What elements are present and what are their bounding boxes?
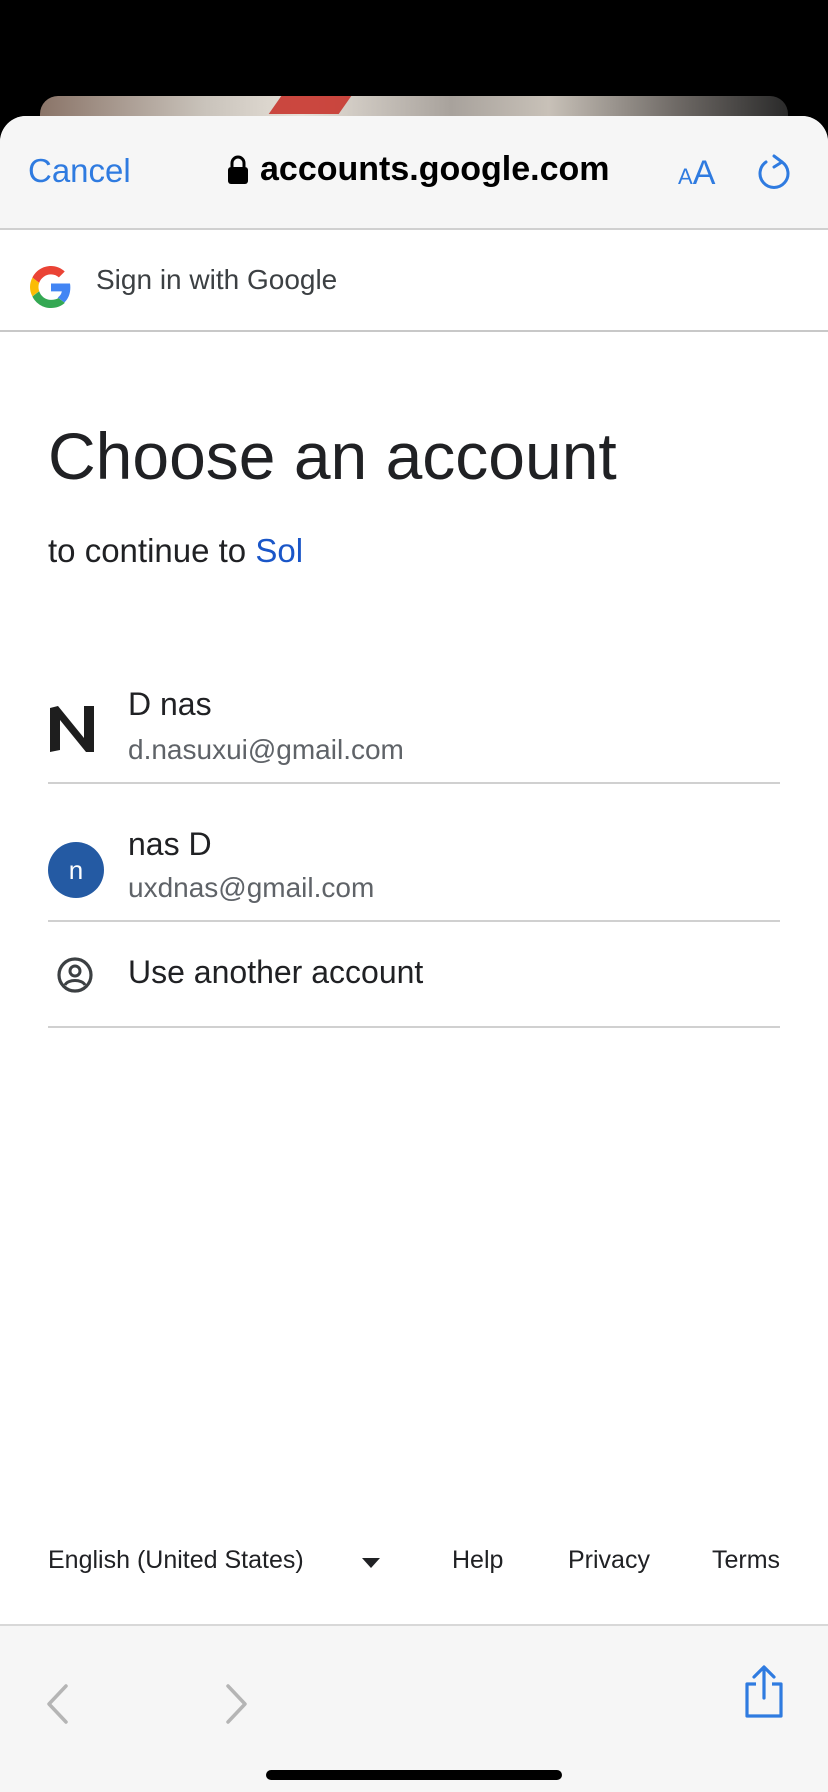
account-email: d.nasuxui@gmail.com — [128, 734, 404, 765]
account-item[interactable]: D nas d.nasuxui@gmail.com — [48, 654, 780, 784]
page-subtitle: to continue to Sol — [48, 532, 303, 570]
use-another-account-label: Use another account — [128, 954, 424, 990]
page-title: Choose an account — [48, 419, 617, 493]
help-link[interactable]: Help — [452, 1546, 503, 1575]
dropdown-caret-icon[interactable] — [362, 1558, 380, 1568]
back-chevron-icon[interactable] — [44, 1682, 70, 1726]
reload-icon[interactable] — [756, 152, 792, 192]
forward-chevron-icon[interactable] — [224, 1682, 250, 1726]
text-size-icon-small: A — [678, 164, 693, 189]
person-circle-icon — [57, 957, 93, 993]
text-size-button[interactable]: AA — [678, 154, 715, 193]
account-avatar-n-logo — [50, 706, 94, 752]
account-name: D nas — [128, 686, 212, 722]
privacy-link[interactable]: Privacy — [568, 1546, 650, 1575]
language-selector[interactable]: English (United States) — [48, 1546, 304, 1575]
subtitle-prefix: to continue to — [48, 532, 247, 569]
browser-bottom-toolbar — [0, 1624, 828, 1792]
url-text: accounts.google.com — [260, 150, 610, 188]
sign-in-with-google-text: Sign in with Google — [96, 264, 338, 295]
google-logo-icon — [30, 266, 71, 308]
cancel-button[interactable]: Cancel — [28, 152, 131, 190]
address-bar[interactable]: accounts.google.com — [226, 150, 610, 189]
text-size-icon-large: A — [692, 154, 716, 192]
account-name: nas D — [128, 826, 212, 862]
account-avatar: n — [48, 842, 104, 898]
terms-link[interactable]: Terms — [712, 1546, 780, 1575]
browser-top-bar: Cancel accounts.google.com AA — [0, 116, 828, 230]
browser-sheet: Cancel accounts.google.com AA Sign in wi… — [0, 116, 828, 1792]
share-icon[interactable] — [742, 1664, 786, 1720]
account-email: uxdnas@gmail.com — [128, 872, 375, 903]
background-decoration — [268, 96, 352, 114]
app-name-link[interactable]: Sol — [255, 532, 303, 569]
lock-icon — [228, 155, 248, 184]
use-another-account-button[interactable]: Use another account — [48, 922, 780, 1028]
home-indicator — [266, 1770, 562, 1780]
account-item[interactable]: n nas D uxdnas@gmail.com — [48, 784, 780, 922]
